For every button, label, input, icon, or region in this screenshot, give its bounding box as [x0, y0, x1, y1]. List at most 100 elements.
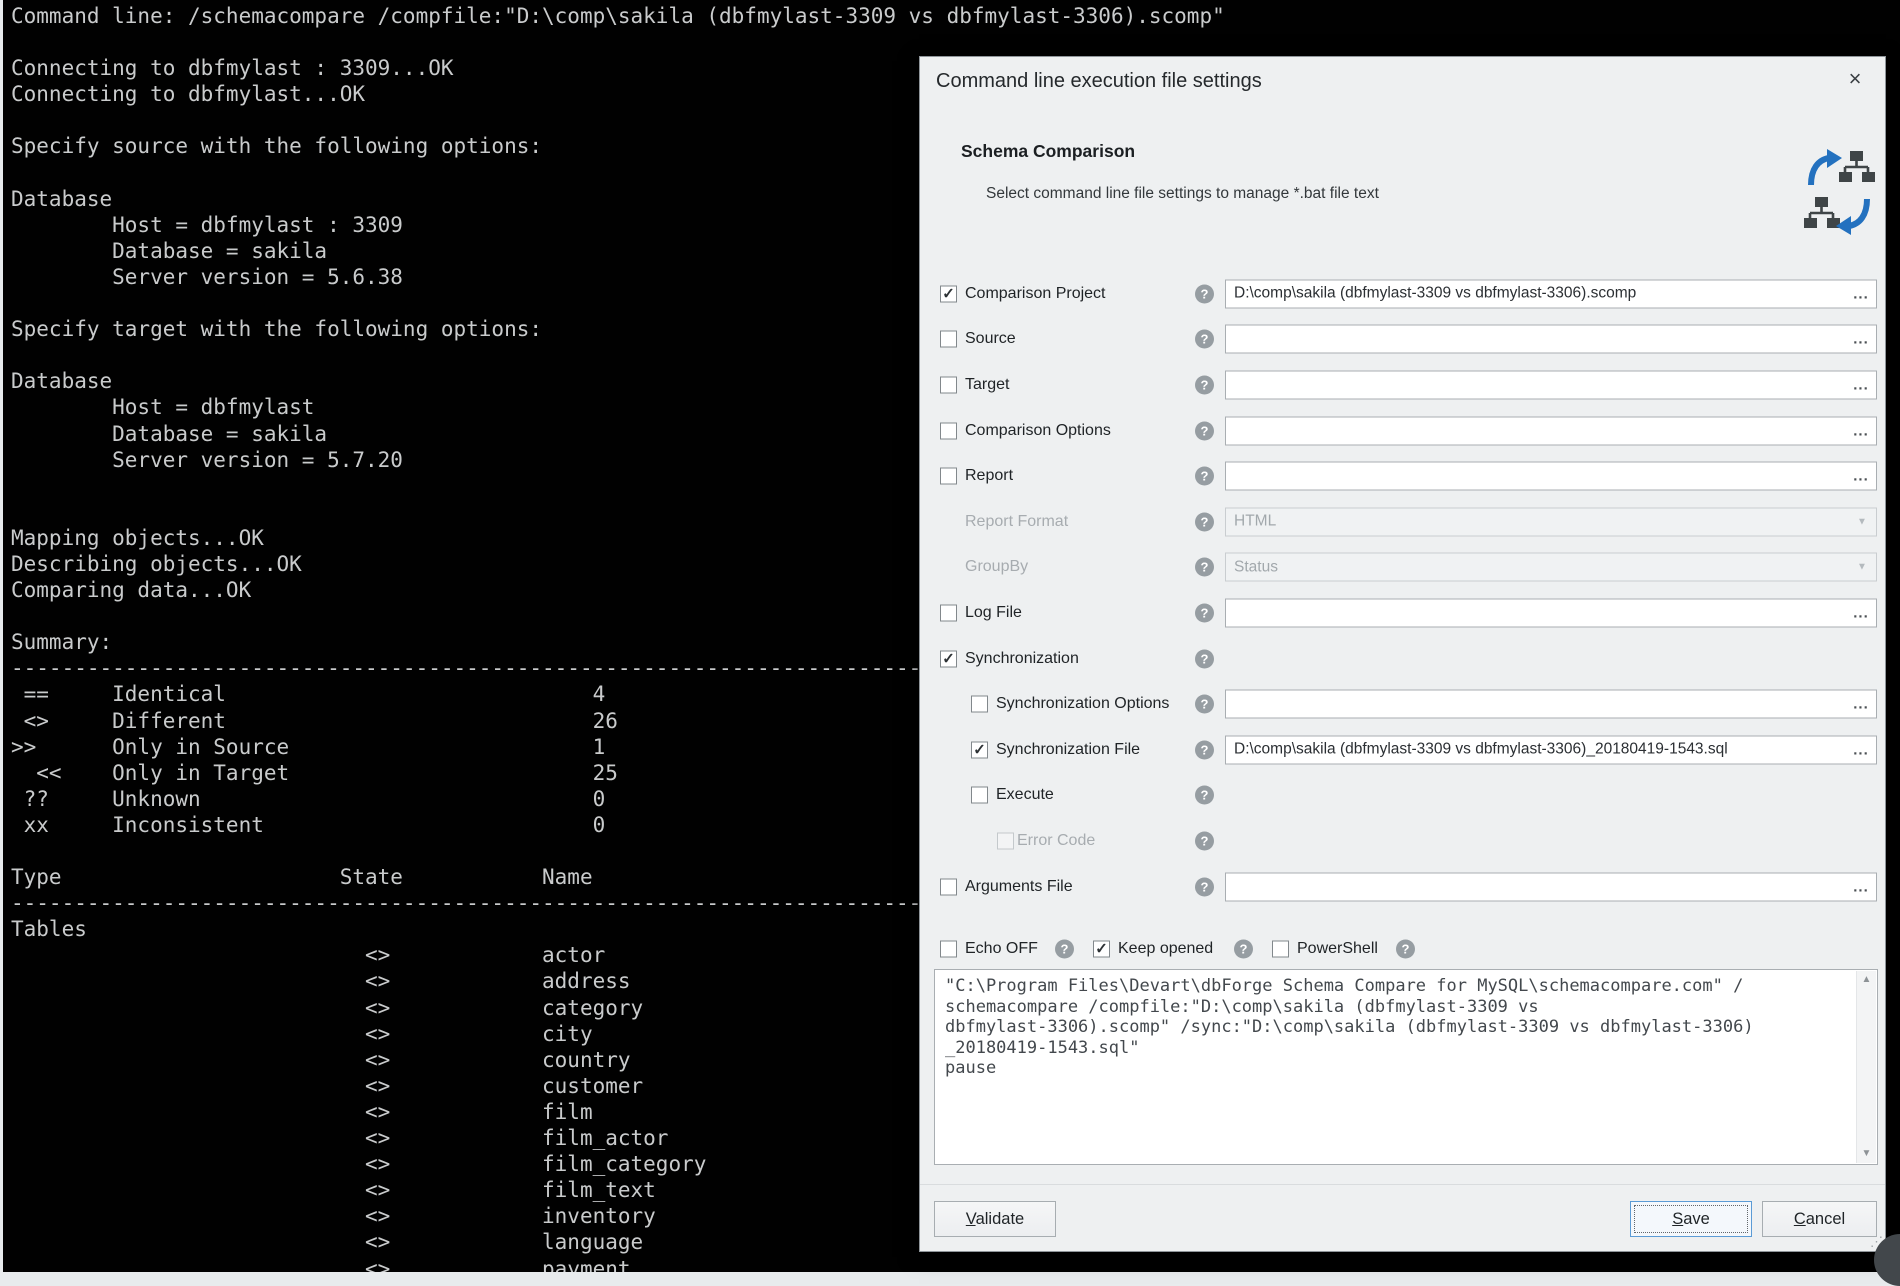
- browse-button[interactable]: ...: [1846, 422, 1876, 439]
- browse-button[interactable]: ...: [1846, 468, 1876, 485]
- field-value: HTML: [1226, 513, 1848, 531]
- target-input[interactable]: ...: [1225, 370, 1877, 399]
- report-format-label: Report Format: [965, 513, 1068, 531]
- settings-rows: ✓ Comparison Project? D:\comp\sakila (dbfm…: [920, 271, 1885, 909]
- synchronization-file-label: Synchronization File: [996, 741, 1140, 759]
- footer-separator: [920, 1184, 1885, 1185]
- echo-off-label: Echo OFF: [965, 940, 1038, 958]
- comparison-options-checkbox[interactable]: [940, 422, 957, 439]
- arguments-file-input[interactable]: ...: [1225, 872, 1877, 901]
- field-value: D:\comp\sakila (dbfmylast-3309 vs dbfmyl…: [1226, 285, 1846, 303]
- help-icon[interactable]: ?: [1234, 940, 1253, 959]
- browse-button[interactable]: ...: [1846, 696, 1876, 713]
- synchronization-checkbox[interactable]: ✓: [940, 650, 957, 667]
- source-label: Source: [965, 330, 1016, 348]
- help-icon[interactable]: ?: [1195, 467, 1214, 486]
- textarea-scrollbar[interactable]: ▲ ▼: [1856, 971, 1876, 1163]
- setting-row-synchronization-options: Synchronization Options?...: [920, 681, 1885, 727]
- bat-script-text: "C:\Program Files\Devart\dbForge Schema …: [935, 970, 1877, 1085]
- target-checkbox[interactable]: [940, 376, 957, 393]
- help-icon[interactable]: ?: [1195, 375, 1214, 394]
- report-checkbox[interactable]: [940, 468, 957, 485]
- report-input[interactable]: ...: [1225, 462, 1877, 491]
- browse-button[interactable]: ...: [1846, 604, 1876, 621]
- synchronization-file-input[interactable]: D:\comp\sakila (dbfmylast-3309 vs dbfmyl…: [1225, 735, 1877, 764]
- comparison-options-input[interactable]: ...: [1225, 416, 1877, 445]
- help-icon[interactable]: ?: [1195, 649, 1214, 668]
- setting-row-comparison-project: ✓ Comparison Project? D:\comp\sakila (dbfm…: [920, 271, 1885, 317]
- check-icon: ✓: [942, 650, 955, 667]
- cancel-button[interactable]: Cancel: [1762, 1201, 1877, 1237]
- dropdown-arrow-icon: ▼: [1848, 562, 1876, 573]
- source-checkbox[interactable]: [940, 331, 957, 348]
- synchronization-options-checkbox[interactable]: [971, 696, 988, 713]
- field-value: D:\comp\sakila (dbfmylast-3309 vs dbfmyl…: [1226, 741, 1846, 759]
- help-icon[interactable]: ?: [1195, 695, 1214, 714]
- help-icon[interactable]: ?: [1055, 940, 1074, 959]
- powershell-label: PowerShell: [1297, 940, 1378, 958]
- target-label: Target: [965, 376, 1009, 394]
- close-icon[interactable]: ×: [1841, 65, 1869, 93]
- synchronization-label: Synchronization: [965, 650, 1079, 668]
- section-subtitle: Select command line file settings to man…: [986, 185, 1379, 203]
- log-file-input[interactable]: ...: [1225, 598, 1877, 627]
- save-button[interactable]: Save: [1630, 1201, 1752, 1237]
- setting-row-comparison-options: Comparison Options?...: [920, 408, 1885, 454]
- help-icon[interactable]: ?: [1195, 284, 1214, 303]
- groupby-select: Status▼: [1225, 553, 1877, 582]
- flags-row: Echo OFF ? ✓ Keep opened ? PowerShell ?: [920, 933, 1885, 965]
- comparison-project-input[interactable]: D:\comp\sakila (dbfmylast-3309 vs dbfmyl…: [1225, 279, 1877, 308]
- setting-row-report: Report?...: [920, 453, 1885, 499]
- scroll-up-icon[interactable]: ▲: [1857, 971, 1876, 989]
- log-file-label: Log File: [965, 604, 1022, 622]
- command-line-settings-dialog: Command line execution file settings × S…: [919, 56, 1886, 1252]
- help-icon[interactable]: ?: [1195, 512, 1214, 531]
- help-icon[interactable]: ?: [1195, 421, 1214, 440]
- dialog-title: Command line execution file settings: [936, 70, 1262, 93]
- synchronization-options-input[interactable]: ...: [1225, 690, 1877, 719]
- keep-opened-label: Keep opened: [1118, 940, 1213, 958]
- report-label: Report: [965, 467, 1013, 485]
- arguments-file-label: Arguments File: [965, 878, 1073, 896]
- scroll-down-icon[interactable]: ▼: [1857, 1145, 1876, 1163]
- schema-sync-icon: [1803, 145, 1875, 239]
- execute-checkbox[interactable]: [971, 787, 988, 804]
- help-icon[interactable]: ?: [1195, 603, 1214, 622]
- browse-button[interactable]: ...: [1846, 376, 1876, 393]
- browse-button[interactable]: ...: [1846, 331, 1876, 348]
- groupby-label: GroupBy: [965, 558, 1028, 576]
- synchronization-options-label: Synchronization Options: [996, 695, 1169, 713]
- help-icon[interactable]: ?: [1195, 877, 1214, 896]
- log-file-checkbox[interactable]: [940, 604, 957, 621]
- echo-off-checkbox[interactable]: [940, 941, 957, 958]
- arguments-file-checkbox[interactable]: [940, 878, 957, 895]
- setting-row-target: Target?...: [920, 362, 1885, 408]
- help-icon[interactable]: ?: [1396, 940, 1415, 959]
- help-icon[interactable]: ?: [1195, 330, 1214, 349]
- validate-button[interactable]: Validate: [934, 1201, 1056, 1237]
- keep-opened-checkbox[interactable]: ✓: [1093, 941, 1110, 958]
- setting-row-error-code: Error Code?: [920, 818, 1885, 864]
- browse-button[interactable]: ...: [1846, 741, 1876, 758]
- comparison-project-label: Comparison Project: [965, 285, 1106, 303]
- dropdown-arrow-icon: ▼: [1848, 516, 1876, 527]
- synchronization-file-checkbox[interactable]: ✓: [971, 741, 988, 758]
- setting-row-groupby: GroupBy? Status▼: [920, 545, 1885, 591]
- help-icon[interactable]: ?: [1195, 786, 1214, 805]
- help-icon[interactable]: ?: [1195, 831, 1214, 850]
- powershell-checkbox[interactable]: [1272, 941, 1289, 958]
- comparison-options-label: Comparison Options: [965, 422, 1111, 440]
- comparison-project-checkbox[interactable]: ✓: [940, 285, 957, 302]
- browse-button[interactable]: ...: [1846, 878, 1876, 895]
- setting-row-log-file: Log File?...: [920, 590, 1885, 636]
- source-input[interactable]: ...: [1225, 325, 1877, 354]
- error-code-label: Error Code: [1017, 832, 1095, 850]
- execute-label: Execute: [996, 786, 1054, 804]
- help-icon[interactable]: ?: [1195, 740, 1214, 759]
- section-title: Schema Comparison: [961, 141, 1135, 162]
- bat-script-textarea[interactable]: "C:\Program Files\Devart\dbForge Schema …: [934, 969, 1878, 1165]
- help-icon[interactable]: ?: [1195, 558, 1214, 577]
- error-code-checkbox: [997, 832, 1014, 849]
- browse-button[interactable]: ...: [1846, 285, 1876, 302]
- setting-row-arguments-file: Arguments File?...: [920, 864, 1885, 910]
